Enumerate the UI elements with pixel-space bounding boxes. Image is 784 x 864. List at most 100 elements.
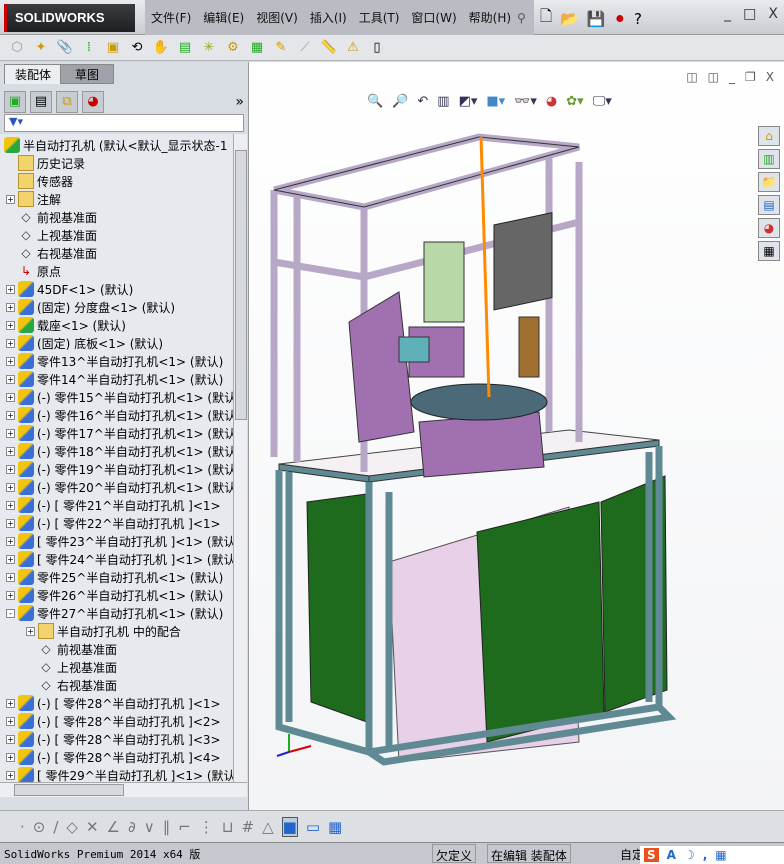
tree-item[interactable]: 历史记录 — [6, 154, 85, 172]
tab-assembly[interactable]: 装配体 — [4, 64, 63, 84]
mate-icon[interactable]: ✦ — [32, 39, 50, 57]
tree-item[interactable]: + 载座<1> (默认) — [6, 316, 126, 334]
tree-item[interactable]: + (-) [ 零件22^半自动打孔机 ]<1> — [6, 514, 221, 532]
tree-item[interactable]: + (-) 零件19^半自动打孔机<1> (默认 — [6, 460, 233, 478]
menu-insert[interactable]: 插入(I) — [304, 9, 353, 26]
tree-item[interactable]: + (-) [ 零件28^半自动打孔机 ]<3> — [6, 730, 221, 748]
expand-icon[interactable]: + — [26, 626, 35, 636]
minimize-button[interactable]: _ — [724, 6, 731, 22]
keyboard-icon[interactable]: ▦ — [715, 848, 726, 862]
ime-mode-icon[interactable]: A — [667, 848, 676, 862]
open-icon[interactable]: 📂 — [560, 10, 579, 28]
smart-fasteners-icon[interactable]: ▣ — [104, 39, 122, 57]
filter-icon[interactable]: ▼▾ — [4, 114, 244, 132]
parallel-icon[interactable]: ∥ — [163, 818, 171, 836]
expand-icon[interactable]: + — [6, 428, 15, 438]
line-icon[interactable]: / — [53, 818, 58, 836]
tree-item[interactable]: ◇ 前视基准面 — [6, 208, 97, 226]
expand-icon[interactable]: + — [6, 482, 15, 492]
tree-item[interactable]: + 零件25^半自动打孔机<1> (默认) — [6, 568, 223, 586]
expand-icon[interactable]: + — [6, 320, 15, 330]
clearance-icon[interactable]: ⚠ — [344, 39, 362, 57]
expand-icon[interactable]: + — [6, 500, 15, 510]
tree-item[interactable]: + 半自动打孔机 中的配合 — [26, 622, 181, 640]
display-manager-icon[interactable]: ◕ — [82, 91, 104, 113]
expand-icon[interactable]: + — [6, 770, 15, 780]
trim-icon[interactable]: ✕ — [86, 818, 99, 836]
expand-icon[interactable]: + — [6, 590, 15, 600]
paperclip-icon[interactable]: 📎 — [56, 39, 74, 57]
expand-icon[interactable]: + — [6, 536, 15, 546]
assembly-features-icon[interactable]: ▤ — [176, 39, 194, 57]
menu-help[interactable]: 帮助(H) — [463, 9, 517, 26]
exploded-view-icon[interactable]: ✎ — [272, 39, 290, 57]
tree-item[interactable]: ◇ 前视基准面 — [26, 640, 117, 658]
tree-item[interactable]: + (固定) 分度盘<1> (默认) — [6, 298, 175, 316]
expand-icon[interactable]: + — [6, 338, 15, 348]
moon-icon[interactable]: ☽ — [684, 848, 695, 862]
tree-item[interactable]: + (-) [ 零件21^半自动打孔机 ]<1> — [6, 496, 221, 514]
tree-item[interactable]: + (-) 零件20^半自动打孔机<1> (默认 — [6, 478, 233, 496]
help-icon[interactable]: ? — [634, 10, 642, 28]
scroll-thumb[interactable] — [14, 784, 124, 796]
instant3d-icon[interactable]: ▯ — [368, 39, 386, 57]
property-manager-icon[interactable]: ▤ — [30, 91, 52, 113]
expand-icon[interactable]: + — [6, 302, 15, 312]
bill-of-materials-icon[interactable]: ▦ — [248, 39, 266, 57]
new-motion-study-icon[interactable]: ⚙ — [224, 39, 242, 57]
expand-icon[interactable]: + — [6, 356, 15, 366]
tree-item[interactable]: + (-) 零件15^半自动打孔机<1> (默认 — [6, 388, 233, 406]
box-icon[interactable]: ■ — [281, 816, 298, 837]
pin-icon[interactable]: ⚲ — [517, 11, 526, 25]
collapse-icon[interactable]: - — [6, 608, 15, 618]
expand-icon[interactable]: + — [6, 374, 15, 384]
tree-item[interactable]: + (-) [ 零件28^半自动打孔机 ]<2> — [6, 712, 221, 730]
expand-chevron-icon[interactable]: » — [235, 94, 244, 110]
expand-icon[interactable]: + — [6, 734, 15, 744]
fillet-icon[interactable]: ∂ — [128, 818, 136, 836]
new-document-icon[interactable]: 🗋 — [540, 6, 552, 31]
menu-tools[interactable]: 工具(T) — [353, 9, 406, 26]
expand-icon[interactable]: + — [6, 752, 15, 762]
grid-icon[interactable]: # — [242, 818, 255, 836]
dimension-icon[interactable]: ⊔ — [222, 818, 234, 836]
tree-item[interactable]: 半自动打孔机 (默认<默认_显示状态-1 — [4, 136, 228, 154]
tree-item[interactable]: + 零件13^半自动打孔机<1> (默认) — [6, 352, 223, 370]
tree-item[interactable]: +45DF<1> (默认) — [6, 280, 133, 298]
tree-vertical-scrollbar[interactable] — [233, 134, 247, 782]
assembly-model[interactable] — [249, 62, 784, 810]
punct-icon[interactable]: , — [703, 848, 708, 862]
circle-icon[interactable]: ⊙ — [33, 818, 46, 836]
tree-item[interactable]: + 零件14^半自动打孔机<1> (默认) — [6, 370, 223, 388]
tree-item[interactable]: + [ 零件29^半自动打孔机 ]<1> (默认 — [6, 766, 233, 782]
expand-icon[interactable]: + — [6, 410, 15, 420]
ime-toolbar[interactable]: S A ☽ , ▦ — [640, 846, 784, 864]
graphics-area[interactable]: ◫ ◫ _ ❐ X 🔍 🔎 ↶ ▥ ◩▾ ■▾ 👓▾ ◕ ✿▾ 🖵▾ ⌂ ▥ 📁… — [248, 62, 784, 810]
tree-item[interactable]: + 注解 — [6, 190, 61, 208]
solidworks-logo[interactable]: SOLIDWORKS — [4, 4, 135, 32]
tree-item[interactable]: ↳ 原点 — [6, 262, 61, 280]
tree-item[interactable]: ◇ 上视基准面 — [26, 658, 117, 676]
tree-item[interactable]: - 零件27^半自动打孔机<1> (默认) — [6, 604, 223, 622]
scroll-thumb[interactable] — [235, 150, 247, 420]
expand-icon[interactable]: + — [6, 518, 15, 528]
point-icon[interactable]: · — [20, 818, 25, 836]
tree-item[interactable]: + (-) 零件16^半自动打孔机<1> (默认 — [6, 406, 233, 424]
construction-icon[interactable]: ⋮ — [199, 818, 214, 836]
tree-item[interactable]: ◇ 右视基准面 — [6, 244, 97, 262]
tree-item[interactable]: ◇ 右视基准面 — [26, 676, 117, 694]
expand-icon[interactable]: + — [6, 698, 15, 708]
reference-geometry-icon[interactable]: ✳ — [200, 39, 218, 57]
expand-icon[interactable]: + — [6, 284, 15, 294]
angle-icon[interactable]: ∠ — [107, 818, 120, 836]
tab-sketch[interactable]: 草图 — [60, 64, 114, 84]
expand-icon[interactable]: + — [6, 464, 15, 474]
polygon-icon[interactable]: ◇ — [66, 818, 78, 836]
close-button[interactable]: X — [768, 6, 778, 22]
chamfer-icon[interactable]: ∨ — [144, 818, 155, 836]
expand-icon[interactable]: + — [6, 572, 15, 582]
menu-file[interactable]: 文件(F) — [145, 9, 197, 26]
sogou-icon[interactable]: S — [644, 848, 659, 862]
save-icon[interactable]: 💾 — [587, 10, 606, 28]
tree-item[interactable]: + (-) [ 零件28^半自动打孔机 ]<1> — [6, 694, 221, 712]
